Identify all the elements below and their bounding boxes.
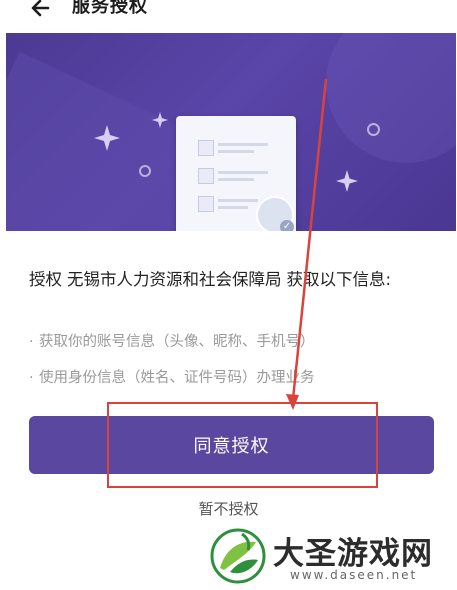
watermark-title: 大圣游戏网 [273,536,433,572]
decline-authorize-link[interactable]: 暂不授权 [0,498,457,519]
document-card-icon [176,116,296,231]
ring-icon [367,123,380,136]
sparkle-icon [94,125,120,151]
hero-banner [6,33,456,231]
ring-icon [139,165,151,177]
back-arrow-icon[interactable] [28,0,56,22]
hero-decoration [326,33,456,163]
organization-name: 无锡市人力资源和社会保障局 [67,270,282,289]
permission-text: 获取你的账号信息（头像、昵称、手机号） [39,334,315,350]
permission-text: 使用身份信息（姓名、证件号码）办理业务 [39,370,315,386]
sparkle-icon [152,112,168,128]
authorization-statement: 授权 无锡市人力资源和社会保障局 获取以下信息: [29,268,429,292]
top-bar: 服务授权 [0,0,457,28]
permission-item: · 使用身份信息（姓名、证件号码）办理业务 [29,370,315,386]
auth-suffix: 获取以下信息: [286,270,392,289]
watermark-logo-icon [210,528,266,584]
user-verified-icon [256,196,294,231]
watermark-url: www.daseen.net [290,568,418,582]
auth-prefix: 授权 [29,270,62,289]
permission-item: · 获取你的账号信息（头像、昵称、手机号） [29,334,315,350]
page-title: 服务授权 [72,0,148,17]
sparkle-icon [336,170,358,192]
annotation-highlight-box [107,402,378,488]
